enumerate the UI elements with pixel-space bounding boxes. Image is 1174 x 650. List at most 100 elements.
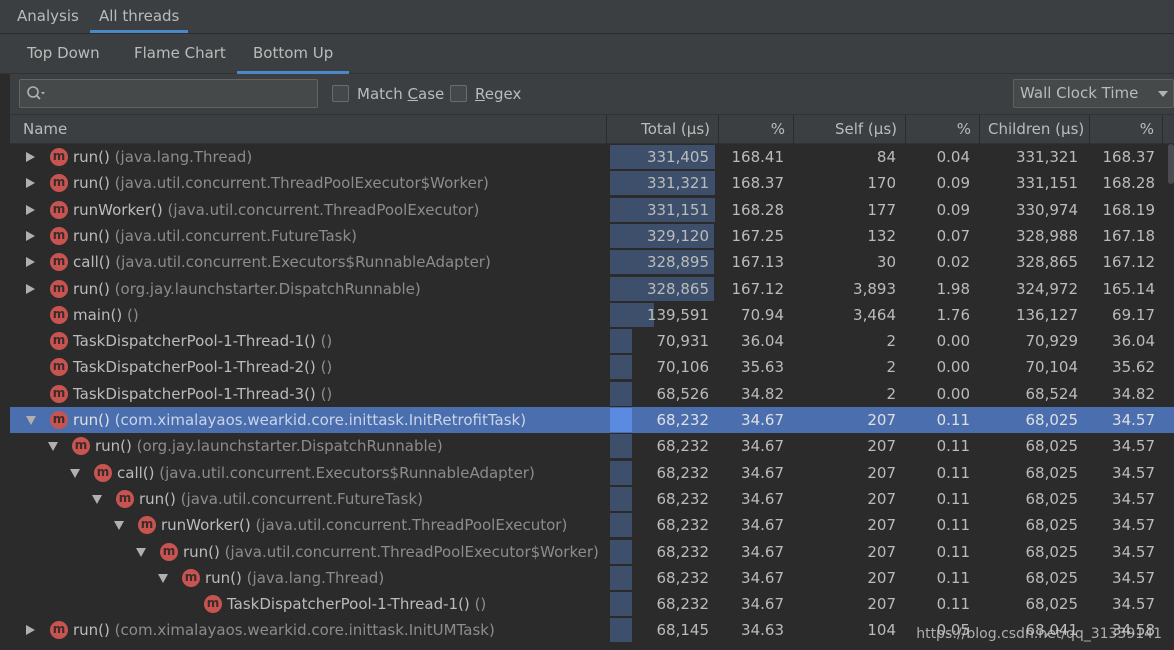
method-name: run() (java.util.concurrent.FutureTask)	[73, 223, 357, 249]
cell-total: 70,106	[656, 358, 710, 377]
search-icon[interactable]	[26, 85, 46, 103]
cell-self-pct: 0.00	[936, 332, 970, 351]
regex-label[interactable]: Regex	[475, 85, 521, 103]
regex-checkbox[interactable]	[450, 85, 467, 102]
cell-total-pct: 34.67	[741, 411, 784, 429]
cell-children: 68,025	[1025, 437, 1079, 456]
call-tree-table: Name Total (μs) % Self (μs) % Children (…	[10, 114, 1174, 650]
cell-self-pct: 1.98	[936, 279, 970, 298]
column-header-total[interactable]: Total (μs)	[607, 115, 719, 144]
method-package: (org.jay.launchstarter.DispatchRunnable)	[136, 437, 443, 456]
method-package: (java.util.concurrent.ThreadPoolExecutor…	[255, 516, 568, 535]
method-package: (java.util.concurrent.FutureTask)	[114, 226, 358, 245]
table-row[interactable]: m TaskDispatcherPool-1-Thread-1() () 70,93…	[10, 328, 1174, 354]
method-package: (java.util.concurrent.Executors$Runnable…	[115, 253, 491, 272]
expand-down-icon[interactable]	[158, 573, 168, 583]
cell-self-pct: 0.02	[936, 253, 970, 272]
expand-right-icon[interactable]	[26, 204, 35, 215]
cell-self: 2	[886, 384, 896, 403]
table-row[interactable]: m runWorker() (java.util.concurrent.Threa…	[10, 512, 1174, 538]
expand-right-icon[interactable]	[26, 230, 35, 241]
method-label: TaskDispatcherPool-1-Thread-3()	[73, 384, 316, 403]
column-header-children[interactable]: Children (μs)	[980, 115, 1090, 144]
method-icon: m	[50, 384, 68, 403]
table-row[interactable]: m run() (java.util.concurrent.FutureTask)…	[10, 486, 1174, 512]
column-header-children-pct[interactable]: %	[1090, 115, 1163, 144]
expand-down-icon[interactable]	[136, 547, 146, 557]
method-package: (java.util.concurrent.FutureTask)	[180, 489, 424, 508]
tab-flame-chart[interactable]: Flame Chart	[118, 34, 242, 74]
method-package: (java.util.concurrent.ThreadPoolExecutor…	[114, 174, 489, 193]
cell-total-pct: 167.13	[731, 253, 785, 272]
expand-right-icon[interactable]	[26, 283, 35, 294]
table-row[interactable]: m call() (java.util.concurrent.Executors$…	[10, 460, 1174, 486]
cell-children: 136,127	[1015, 305, 1078, 324]
search-input[interactable]	[19, 79, 318, 108]
expand-right-icon[interactable]	[26, 625, 35, 636]
table-row[interactable]: m run() (java.lang.Thread) 68,232 34.67 207 0…	[10, 565, 1174, 591]
cell-total: 68,232	[656, 411, 710, 429]
vertical-scrollbar[interactable]	[1168, 144, 1174, 184]
method-package: (com.ximalayaos.wearkid.core.inittask.In…	[114, 411, 527, 429]
tab-top-down[interactable]: Top Down	[11, 34, 116, 74]
tab-all-threads[interactable]: All threads	[90, 0, 189, 33]
cell-total-pct: 34.63	[741, 621, 784, 640]
clock-type-select[interactable]: Wall Clock Time	[1013, 79, 1174, 108]
cell-total: 68,526	[656, 384, 710, 403]
cell-children-pct: 167.18	[1102, 226, 1156, 245]
table-row[interactable]: m call() (java.util.concurrent.Executors$…	[10, 249, 1174, 275]
method-label: TaskDispatcherPool-1-Thread-1()	[227, 595, 470, 614]
cell-self: 207	[867, 568, 896, 587]
table-row[interactable]: m run() (java.lang.Thread) 331,405 168.41 84…	[10, 144, 1174, 170]
cell-children-pct: 34.57	[1112, 463, 1155, 482]
expand-right-icon[interactable]	[26, 152, 35, 162]
expand-down-icon[interactable]	[70, 468, 80, 478]
cell-total-pct: 34.67	[741, 516, 784, 535]
cell-self: 177	[867, 200, 896, 219]
expand-down-icon[interactable]	[26, 416, 36, 425]
method-name: run() (org.jay.launchstarter.DispatchRun…	[95, 433, 443, 459]
table-row[interactable]: m TaskDispatcherPool-1-Thread-1() () 68,23…	[10, 591, 1174, 617]
table-row[interactable]: m run() (java.util.concurrent.ThreadPoolE…	[10, 539, 1174, 565]
table-row[interactable]: m main() () 139,591 70.94 3,464 1.76 136,127 69…	[10, 302, 1174, 328]
method-package: (java.util.concurrent.Executors$Runnable…	[159, 463, 535, 482]
cell-children: 331,321	[1015, 148, 1078, 166]
table-row[interactable]: m run() (java.util.concurrent.ThreadPoolE…	[10, 170, 1174, 196]
method-label: call()	[117, 463, 155, 482]
cell-children-pct: 34.57	[1112, 411, 1155, 429]
table-row[interactable]: m run() (com.ximalayaos.wearkid.core.init…	[10, 407, 1174, 433]
tab-bottom-up[interactable]: Bottom Up	[237, 34, 350, 74]
cell-self: 207	[867, 595, 896, 614]
column-header-name[interactable]: Name	[10, 115, 607, 144]
match-case-label[interactable]: Match Case	[357, 85, 444, 103]
cell-total-pct: 36.04	[741, 332, 784, 351]
cell-children: 70,929	[1025, 332, 1079, 351]
table-row[interactable]: m run() (java.util.concurrent.FutureTask)…	[10, 223, 1174, 249]
cell-total: 331,405	[646, 148, 709, 166]
cell-children-pct: 34.57	[1112, 516, 1155, 535]
method-name: TaskDispatcherPool-1-Thread-1() ()	[73, 328, 332, 354]
cell-self-pct: 0.11	[936, 411, 970, 429]
expand-down-icon[interactable]	[48, 442, 58, 452]
table-row[interactable]: m TaskDispatcherPool-1-Thread-3() () 68,52…	[10, 381, 1174, 407]
table-row[interactable]: m run() (org.jay.launchstarter.DispatchRu…	[10, 433, 1174, 459]
match-case-checkbox[interactable]	[332, 85, 349, 102]
method-label: main()	[73, 305, 123, 324]
expand-right-icon[interactable]	[26, 178, 35, 189]
cell-self-pct: 0.00	[936, 384, 970, 403]
expand-right-icon[interactable]	[26, 257, 35, 268]
method-icon: m	[204, 595, 222, 614]
expand-down-icon[interactable]	[92, 494, 102, 504]
method-package: (java.util.concurrent.ThreadPoolExecutor…	[167, 200, 480, 219]
tab-analysis[interactable]: Analysis	[8, 0, 88, 33]
cell-children-pct: 34.57	[1112, 489, 1155, 508]
column-header-total-pct[interactable]: %	[719, 115, 794, 144]
column-header-self[interactable]: Self (μs)	[794, 115, 906, 144]
table-row[interactable]: m run() (org.jay.launchstarter.DispatchRu…	[10, 276, 1174, 302]
column-header-self-pct[interactable]: %	[906, 115, 980, 144]
table-row[interactable]: m TaskDispatcherPool-1-Thread-2() () 70,10…	[10, 354, 1174, 380]
cell-self: 2	[886, 358, 896, 377]
table-row[interactable]: m runWorker() (java.util.concurrent.Threa…	[10, 197, 1174, 223]
cell-self: 207	[867, 463, 896, 482]
expand-down-icon[interactable]	[114, 521, 124, 531]
